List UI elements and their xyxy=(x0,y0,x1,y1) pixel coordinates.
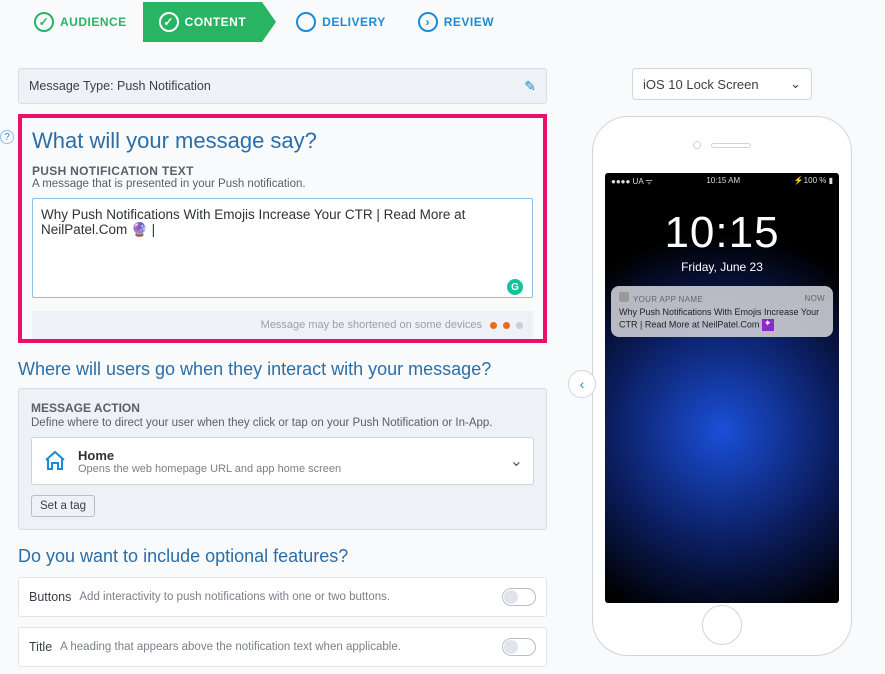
lock-time: 10:15 xyxy=(605,208,839,258)
circle-icon xyxy=(296,12,316,32)
message-action-label: MESSAGE ACTION xyxy=(31,401,534,415)
chevron-down-icon: ⌄ xyxy=(790,76,801,92)
chevron-right-icon: › xyxy=(418,12,438,32)
step-label: DELIVERY xyxy=(322,15,386,29)
dot-3[interactable] xyxy=(516,322,523,329)
step-delivery[interactable]: DELIVERY xyxy=(280,2,402,42)
emoji-icon xyxy=(762,319,774,331)
home-button-icon xyxy=(702,605,742,645)
section-heading: What will your message say? xyxy=(32,128,533,154)
message-say-section: What will your message say? PUSH NOTIFIC… xyxy=(18,114,547,343)
set-tag-button[interactable]: Set a tag xyxy=(31,495,95,517)
right-column: iOS 10 Lock Screen ⌄ ●●●● UA ᯤ 10:15 AM … xyxy=(577,68,867,656)
dropdown-title: Home xyxy=(78,448,500,463)
step-label: CONTENT xyxy=(185,15,247,29)
notif-app-name: YOUR APP NAME xyxy=(633,295,703,304)
check-icon: ✓ xyxy=(34,12,54,32)
push-text-label: PUSH NOTIFICATION TEXT xyxy=(32,164,533,178)
option-title: Title xyxy=(29,640,52,654)
optional-buttons-row[interactable]: Buttons Add interactivity to push notifi… xyxy=(18,577,547,617)
camera-icon xyxy=(693,141,701,149)
toggle-title[interactable] xyxy=(502,638,536,656)
status-time: 10:15 AM xyxy=(706,176,740,187)
chevron-down-icon: ⌄ xyxy=(510,451,523,471)
notification-card: YOUR APP NAME now Why Push Notifications… xyxy=(611,286,833,337)
device-dots[interactable] xyxy=(490,322,523,329)
dot-2[interactable] xyxy=(503,322,510,329)
phone-screen: ●●●● UA ᯤ 10:15 AM ⚡100 % ▮ 10:15 Friday… xyxy=(605,173,839,603)
section-heading: Where will users go when they interact w… xyxy=(18,359,547,380)
check-icon: ✓ xyxy=(159,12,179,32)
lock-date: Friday, June 23 xyxy=(605,260,839,274)
status-battery: ⚡100 % ▮ xyxy=(794,176,833,187)
message-type-text: Message Type: Push Notification xyxy=(29,79,211,93)
shorten-warning-text: Message may be shortened on some devices xyxy=(261,319,482,331)
step-content[interactable]: ✓ CONTENT xyxy=(143,2,263,42)
message-type-row[interactable]: Message Type: Push Notification ✎ xyxy=(18,68,547,104)
message-action-sub: Define where to direct your user when th… xyxy=(31,417,534,429)
option-desc: Add interactivity to push notifications … xyxy=(79,591,390,603)
speaker-icon xyxy=(711,143,751,148)
dropdown-sub: Opens the web homepage URL and app home … xyxy=(78,463,500,475)
option-title: Buttons xyxy=(29,590,71,604)
notif-body-text: Why Push Notifications With Emojis Incre… xyxy=(619,307,819,329)
step-review[interactable]: › REVIEW xyxy=(402,2,510,42)
toggle-buttons[interactable] xyxy=(502,588,536,606)
app-icon xyxy=(619,292,629,302)
wizard-stepper: ✓ AUDIENCE ✓ CONTENT DELIVERY › REVIEW xyxy=(0,0,885,44)
step-audience[interactable]: ✓ AUDIENCE xyxy=(18,2,143,42)
shorten-warning-bar: Message may be shortened on some devices xyxy=(32,311,533,339)
push-text-sub: A message that is presented in your Push… xyxy=(32,178,533,190)
left-column: Message Type: Push Notification ✎ ? What… xyxy=(18,68,547,667)
section-heading: Do you want to include optional features… xyxy=(18,546,547,567)
notif-time: now xyxy=(805,294,825,303)
edit-icon[interactable]: ✎ xyxy=(524,78,536,95)
preview-select-value: iOS 10 Lock Screen xyxy=(643,77,759,92)
message-action-panel: MESSAGE ACTION Define where to direct yo… xyxy=(18,388,547,530)
preview-device-select[interactable]: iOS 10 Lock Screen ⌄ xyxy=(632,68,812,100)
home-icon xyxy=(42,448,68,474)
step-label: AUDIENCE xyxy=(60,15,127,29)
collapse-preview-button[interactable]: ‹ xyxy=(568,370,596,398)
optional-title-row[interactable]: Title A heading that appears above the n… xyxy=(18,627,547,667)
help-icon[interactable]: ? xyxy=(0,130,14,144)
phone-preview: ●●●● UA ᯤ 10:15 AM ⚡100 % ▮ 10:15 Friday… xyxy=(592,116,852,656)
option-desc: A heading that appears above the notific… xyxy=(60,641,401,653)
step-label: REVIEW xyxy=(444,15,494,29)
grammarly-icon[interactable]: G xyxy=(507,279,523,295)
push-text-input[interactable] xyxy=(32,198,533,298)
status-carrier: ●●●● UA ᯤ xyxy=(611,176,653,187)
dot-1[interactable] xyxy=(490,322,497,329)
message-action-dropdown[interactable]: Home Opens the web homepage URL and app … xyxy=(31,437,534,485)
